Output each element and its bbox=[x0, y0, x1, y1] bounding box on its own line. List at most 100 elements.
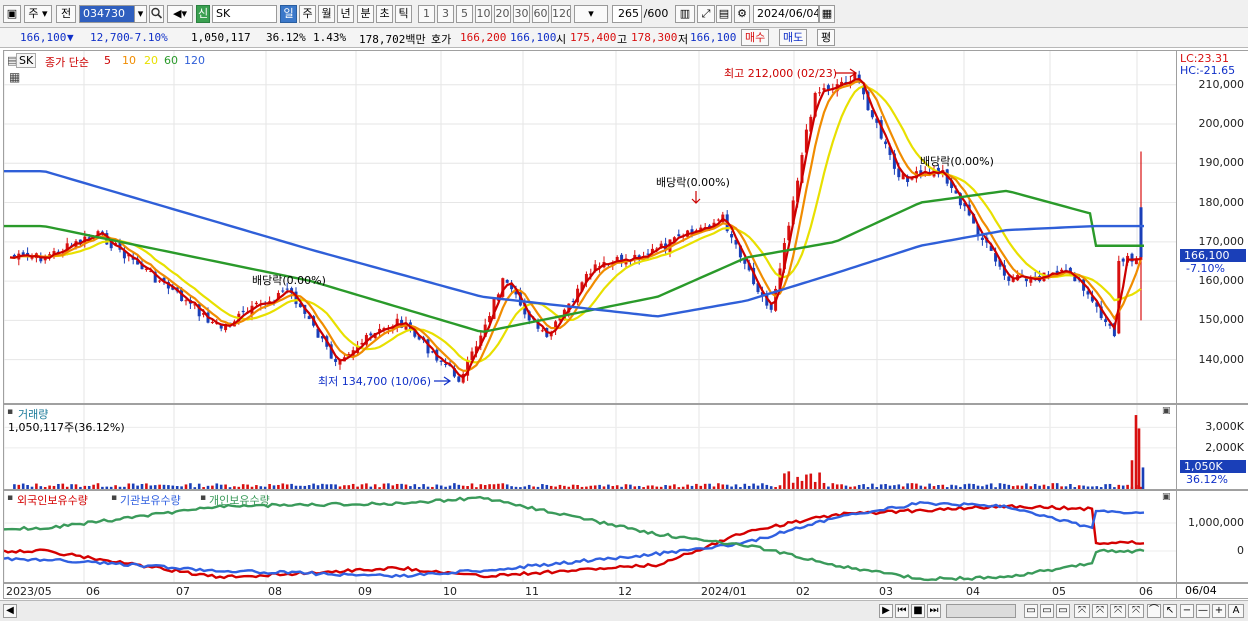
period-select[interactable]: 주 ▾ bbox=[24, 5, 52, 23]
minute-5[interactable]: 5 bbox=[456, 5, 473, 23]
minute-120[interactable]: 120 bbox=[551, 5, 571, 23]
volume-bar bbox=[299, 485, 302, 489]
stock-code-input[interactable]: 034730 bbox=[79, 5, 135, 23]
minute-60[interactable]: 60 bbox=[532, 5, 549, 23]
volume-bar bbox=[580, 486, 584, 489]
candle-body bbox=[439, 360, 443, 362]
volume-bar bbox=[35, 483, 38, 489]
period-year[interactable]: 년 bbox=[337, 5, 354, 23]
volume-bar bbox=[1117, 484, 1121, 489]
font-size-icon[interactable]: A bbox=[1228, 604, 1244, 618]
code-dropdown-icon[interactable]: ▾ bbox=[134, 5, 147, 23]
volume-chart-svg[interactable] bbox=[4, 405, 1177, 490]
volume-bar bbox=[158, 484, 161, 489]
sell-button[interactable]: 매도 bbox=[779, 29, 808, 46]
save-icon[interactable]: ▤ bbox=[716, 5, 732, 23]
scroll-start-icon[interactable]: ⏮ bbox=[895, 604, 909, 618]
crosshair-4-icon[interactable]: ⤧ bbox=[1128, 604, 1144, 618]
candles bbox=[12, 70, 1143, 384]
price-chart-svg[interactable] bbox=[4, 51, 1177, 404]
candle-type-icon[interactable]: ▥ bbox=[675, 5, 695, 23]
layout-1-icon[interactable]: ▭ bbox=[1024, 604, 1038, 618]
volume-bar bbox=[470, 483, 474, 489]
volume-bar bbox=[48, 485, 51, 489]
minute-1[interactable]: 1 bbox=[418, 5, 435, 23]
holding-pane[interactable]: ▪ 외국인보유수량 ▪ 기관보유수량 ▪ 개인보유수량 ▣ bbox=[3, 490, 1177, 583]
minute-10[interactable]: 10 bbox=[475, 5, 492, 23]
volume-pane-menu-icon[interactable]: ▪ bbox=[7, 407, 13, 417]
volume-bar bbox=[976, 485, 980, 489]
search-icon[interactable] bbox=[149, 5, 164, 23]
volume-bar bbox=[1077, 485, 1081, 489]
period-second[interactable]: 초 bbox=[376, 5, 393, 23]
holding-pane-close-icon[interactable]: ▣ bbox=[1162, 492, 1171, 502]
chart-scrollbar[interactable]: ◀ ▶ ⏮ ■ ⏭ ▭ ▭ ▭ ⤧ ⤧ ⤧ ⤧ ⌒ ↖ − — + A bbox=[0, 600, 1248, 621]
dividend-annotation-2: 배당락(0.00%) bbox=[656, 176, 730, 189]
hc-label: HC:-21.65 bbox=[1180, 64, 1236, 77]
volume-bar bbox=[167, 485, 170, 489]
layout-2-icon[interactable]: ▭ bbox=[1040, 604, 1054, 618]
zoom-out-icon[interactable]: − bbox=[1180, 604, 1194, 618]
price-chart-pane[interactable]: ▤ SK 종가 단순 5 10 20 60 120 ▦ 최고 212,000 (… bbox=[3, 50, 1177, 404]
minute-20[interactable]: 20 bbox=[494, 5, 511, 23]
calendar-icon[interactable]: ▦ bbox=[819, 5, 835, 23]
minute-3[interactable]: 3 bbox=[437, 5, 454, 23]
prev-button[interactable]: 전 bbox=[56, 5, 76, 23]
speaker-icon[interactable]: ◀▾ bbox=[167, 5, 193, 23]
volume-bar bbox=[145, 483, 148, 489]
period-day[interactable]: 일 bbox=[280, 5, 297, 23]
volume-bar bbox=[585, 486, 588, 489]
period-week[interactable]: 주 bbox=[299, 5, 316, 23]
zoom-in-icon[interactable]: + bbox=[1212, 604, 1226, 618]
gear-icon[interactable]: ⚙ bbox=[734, 5, 750, 23]
volume-bar bbox=[1029, 486, 1033, 489]
volume-bar bbox=[343, 485, 346, 489]
period-minute[interactable]: 분 bbox=[357, 5, 374, 23]
scroll-right-icon[interactable]: ▶ bbox=[879, 604, 893, 618]
volume-pane-close-icon[interactable]: ▣ bbox=[1162, 406, 1171, 416]
stop-icon[interactable]: ■ bbox=[911, 604, 925, 618]
zoom-reset-icon[interactable]: — bbox=[1196, 604, 1210, 618]
crosshair-3-icon[interactable]: ⤧ bbox=[1110, 604, 1126, 618]
crosshair-1-icon[interactable]: ⤧ bbox=[1074, 604, 1090, 618]
volume-bar bbox=[1091, 486, 1094, 489]
compare-icon[interactable]: ⤢ bbox=[697, 5, 715, 23]
chart-menu-icon[interactable]: ▣ bbox=[3, 5, 21, 23]
period-tick[interactable]: 틱 bbox=[395, 5, 412, 23]
count-input[interactable]: 265 bbox=[612, 5, 642, 23]
holding-pane-menu-icon[interactable]: ▪ bbox=[7, 493, 13, 503]
volume-bar bbox=[620, 486, 623, 489]
volume-bar bbox=[334, 484, 337, 489]
evaluation-button[interactable]: 평 bbox=[817, 29, 836, 46]
interval-dropdown[interactable]: ▾ bbox=[574, 5, 608, 23]
zoom-slider[interactable] bbox=[946, 604, 1016, 618]
volume-bar bbox=[1055, 483, 1059, 489]
volume-bar bbox=[290, 483, 293, 489]
pan-icon[interactable]: ⌒ bbox=[1147, 604, 1161, 618]
holding-axis: 0 1,000,000 bbox=[1177, 490, 1248, 583]
date-input[interactable]: 2024/06/04 bbox=[753, 5, 819, 23]
volume-bar bbox=[633, 486, 637, 489]
period-month[interactable]: 월 bbox=[318, 5, 335, 23]
minute-30[interactable]: 30 bbox=[513, 5, 530, 23]
crosshair-2-icon[interactable]: ⤧ bbox=[1092, 604, 1108, 618]
volume-bar bbox=[448, 485, 452, 489]
candle-body bbox=[210, 321, 214, 323]
x-tick-label: 12 bbox=[618, 585, 632, 598]
grid-toggle-icon[interactable]: ▦ bbox=[9, 70, 20, 84]
scroll-left-icon[interactable]: ◀ bbox=[3, 604, 17, 618]
holding-tick-label: 0 bbox=[1237, 544, 1244, 557]
volume-bar bbox=[761, 483, 764, 489]
volume-bar bbox=[180, 486, 183, 489]
stock-name-field[interactable]: SK bbox=[212, 5, 277, 23]
layout-3-icon[interactable]: ▭ bbox=[1056, 604, 1070, 618]
volume-bar bbox=[52, 485, 56, 489]
stock-tag[interactable]: SK bbox=[16, 53, 37, 68]
volume-bar bbox=[114, 485, 117, 489]
candle-body bbox=[1007, 276, 1011, 281]
buy-button[interactable]: 매수 bbox=[741, 29, 770, 46]
scroll-end-icon[interactable]: ⏭ bbox=[927, 604, 941, 618]
volume-bar bbox=[668, 485, 672, 489]
volume-pane[interactable]: ▪ 거래량 1,050,117주(36.12%) ▣ bbox=[3, 404, 1177, 490]
cursor-icon[interactable]: ↖ bbox=[1163, 604, 1177, 618]
